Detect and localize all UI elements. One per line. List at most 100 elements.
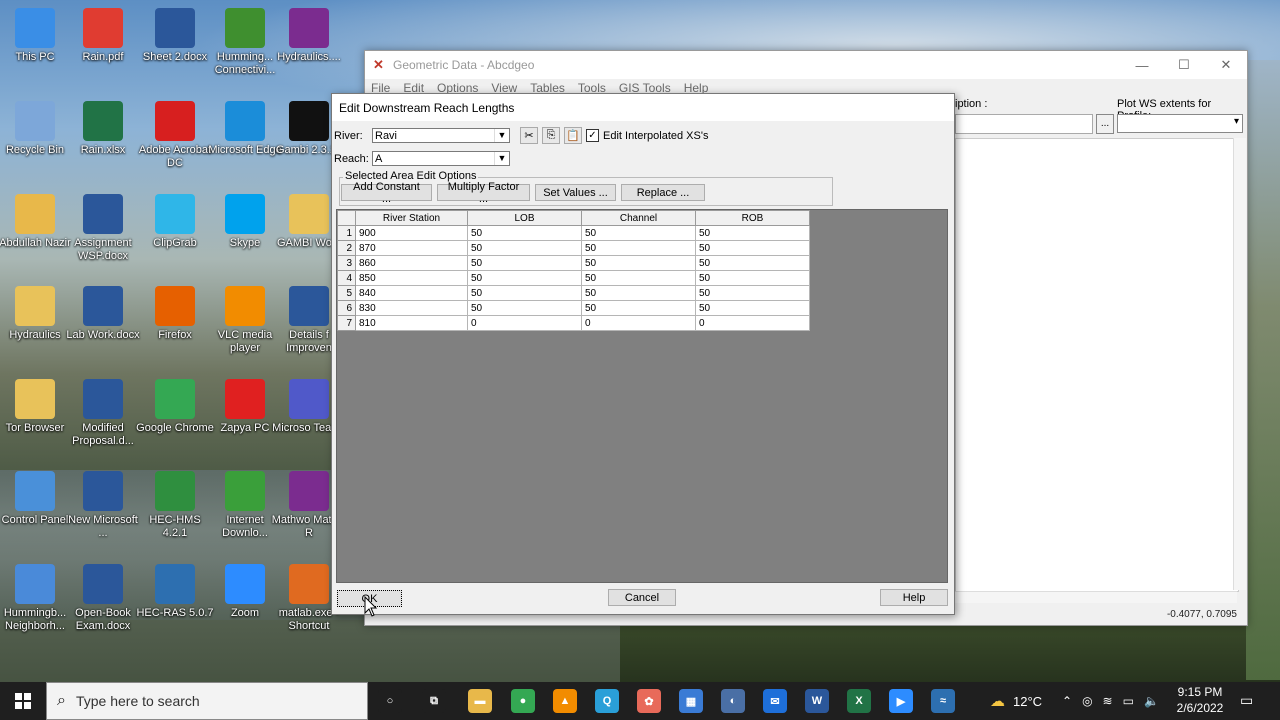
cell-lob[interactable]: 50 <box>467 225 582 241</box>
add-constant-button[interactable]: Add Constant ... <box>341 181 432 205</box>
file-explorer-icon[interactable]: ▬ <box>468 689 492 713</box>
desktop-icon[interactable]: Hydraulics <box>0 286 74 342</box>
canvas-horizontal-scrollbar[interactable] <box>955 591 1237 603</box>
search-app-icon[interactable]: Q <box>595 689 619 713</box>
cell-rob[interactable]: 50 <box>695 300 810 316</box>
desktop-icon[interactable]: Modified Proposal.d... <box>64 379 142 448</box>
desktop-icon[interactable]: Control Panel <box>0 471 74 527</box>
description-dots-button[interactable]: ... <box>1096 114 1114 134</box>
table-row[interactable]: 4 850 50 50 50 <box>337 270 810 286</box>
replace-button[interactable]: Replace ... <box>621 184 705 201</box>
row-number[interactable]: 1 <box>337 225 356 241</box>
cell-river-station[interactable]: 840 <box>355 285 468 301</box>
reach-lengths-table[interactable]: River Station LOB Channel ROB 1 900 50 50 50… <box>337 210 810 331</box>
close-icon[interactable]: ✕ <box>1205 51 1247 79</box>
cell-river-station[interactable]: 900 <box>355 225 468 241</box>
reach-select[interactable]: A ▼ <box>372 151 510 166</box>
battery-icon[interactable]: ▭ <box>1123 694 1134 708</box>
minimize-icon[interactable]: — <box>1121 51 1163 79</box>
row-number[interactable]: 7 <box>337 315 356 331</box>
cell-lob[interactable]: 50 <box>467 255 582 271</box>
canvas-vertical-scrollbar[interactable] <box>1233 138 1246 590</box>
paste-icon[interactable]: 📋 <box>564 127 582 144</box>
desktop-icon[interactable]: Hydraulics.... <box>270 8 348 64</box>
row-number[interactable]: 5 <box>337 285 356 301</box>
chevron-up-icon[interactable]: ⌃ <box>1062 694 1072 708</box>
table-row[interactable]: 5 840 50 50 50 <box>337 285 810 301</box>
notifications-icon[interactable]: ▭ <box>1240 692 1253 709</box>
desktop-icon[interactable]: Open-Book Exam.docx <box>64 564 142 633</box>
help-button[interactable]: Help <box>880 589 948 606</box>
chevron-down-icon[interactable]: ▼ <box>494 129 509 142</box>
geometry-canvas[interactable] <box>955 138 1239 592</box>
col-river-station[interactable]: River Station <box>355 210 468 226</box>
cell-river-station[interactable]: 870 <box>355 240 468 256</box>
cell-rob[interactable]: 50 <box>695 225 810 241</box>
clock[interactable]: 9:15 PM 2/6/2022 <box>1168 684 1232 716</box>
row-number[interactable]: 6 <box>337 300 356 316</box>
cell-rob[interactable]: 50 <box>695 270 810 286</box>
task-view-icon[interactable]: ○ <box>378 689 402 713</box>
vlc-icon[interactable]: ▲ <box>553 689 577 713</box>
desktop-icon[interactable]: Recycle Bin <box>0 101 74 157</box>
desktop-icon[interactable]: Firefox <box>136 286 214 342</box>
hec-ras-icon[interactable]: ≈ <box>931 689 955 713</box>
table-row[interactable]: 3 860 50 50 50 <box>337 255 810 271</box>
desktop-icon[interactable]: Abdullah Nazir <box>0 194 74 250</box>
cell-river-station[interactable]: 830 <box>355 300 468 316</box>
multiply-factor-button[interactable]: Multiply Factor ... <box>437 181 530 205</box>
chrome-icon[interactable]: ● <box>511 689 535 713</box>
desktop-icon[interactable]: Sheet 2.docx <box>136 8 214 64</box>
table-row[interactable]: 6 830 50 50 50 <box>337 300 810 316</box>
cell-channel[interactable]: 50 <box>581 300 696 316</box>
desktop-icon[interactable]: HEC-RAS 5.0.7 <box>136 564 214 620</box>
cell-river-station[interactable]: 860 <box>355 255 468 271</box>
weather-widget[interactable]: ☁ 12°C <box>990 682 1042 720</box>
cell-lob[interactable]: 0 <box>467 315 582 331</box>
set-values-button[interactable]: Set Values ... <box>535 184 616 201</box>
desktop-icon[interactable]: HEC-HMS 4.2.1 <box>136 471 214 540</box>
cut-icon[interactable]: ✂ <box>520 127 538 144</box>
desktop-icon[interactable]: Assignment WSP.docx <box>64 194 142 263</box>
cell-river-station[interactable]: 850 <box>355 270 468 286</box>
volume-icon[interactable]: 🔈 <box>1144 694 1159 708</box>
desktop-icon[interactable]: New Microsoft ... <box>64 471 142 540</box>
row-number[interactable]: 3 <box>337 255 356 271</box>
desktop-icon[interactable]: Lab Work.docx <box>64 286 142 342</box>
chevron-down-icon[interactable]: ▼ <box>494 152 509 165</box>
plot-ws-profile-select[interactable] <box>1117 114 1243 133</box>
table-row[interactable]: 1 900 50 50 50 <box>337 225 810 241</box>
table-row[interactable]: 2 870 50 50 50 <box>337 240 810 256</box>
store-icon[interactable]: ▦ <box>679 689 703 713</box>
desktop-icon[interactable]: This PC <box>0 8 74 64</box>
desktop-icon[interactable]: ClipGrab <box>136 194 214 250</box>
maximize-icon[interactable]: ☐ <box>1163 51 1205 79</box>
desktop-icon[interactable]: Google Chrome <box>136 379 214 435</box>
table-row[interactable]: 7 810 0 0 0 <box>337 315 810 331</box>
cell-rob[interactable]: 0 <box>695 315 810 331</box>
desktop-icon[interactable]: Rain.xlsx <box>64 101 142 157</box>
cell-lob[interactable]: 50 <box>467 270 582 286</box>
col-rob[interactable]: ROB <box>695 210 810 226</box>
cell-channel[interactable]: 0 <box>581 315 696 331</box>
cell-channel[interactable]: 50 <box>581 225 696 241</box>
cancel-button[interactable]: Cancel <box>608 589 676 606</box>
edit-interpolated-checkbox[interactable]: ✓ <box>586 129 599 142</box>
network-wifi-icon[interactable]: ≋ <box>1103 694 1113 708</box>
row-number[interactable]: 4 <box>337 270 356 286</box>
windows-start-icon[interactable] <box>0 682 46 720</box>
cell-channel[interactable]: 50 <box>581 285 696 301</box>
excel-icon[interactable]: X <box>847 689 871 713</box>
row-number[interactable]: 2 <box>337 240 356 256</box>
copy-icon[interactable]: ⎘ <box>542 127 560 144</box>
geo-titlebar[interactable]: ✕ Geometric Data - Abcdgeo — ☐ ✕ <box>365 51 1247 79</box>
meet-now-icon[interactable]: ◎ <box>1082 694 1092 708</box>
cell-channel[interactable]: 50 <box>581 270 696 286</box>
cell-channel[interactable]: 50 <box>581 255 696 271</box>
desktop-icon[interactable]: Adobe Acrobat DC <box>136 101 214 170</box>
description-input[interactable] <box>955 114 1093 134</box>
taskbar-search-box[interactable]: ⌕ Type here to search <box>46 682 368 720</box>
cell-lob[interactable]: 50 <box>467 300 582 316</box>
cell-lob[interactable]: 50 <box>467 285 582 301</box>
river-select[interactable]: Ravi ▼ <box>372 128 510 143</box>
